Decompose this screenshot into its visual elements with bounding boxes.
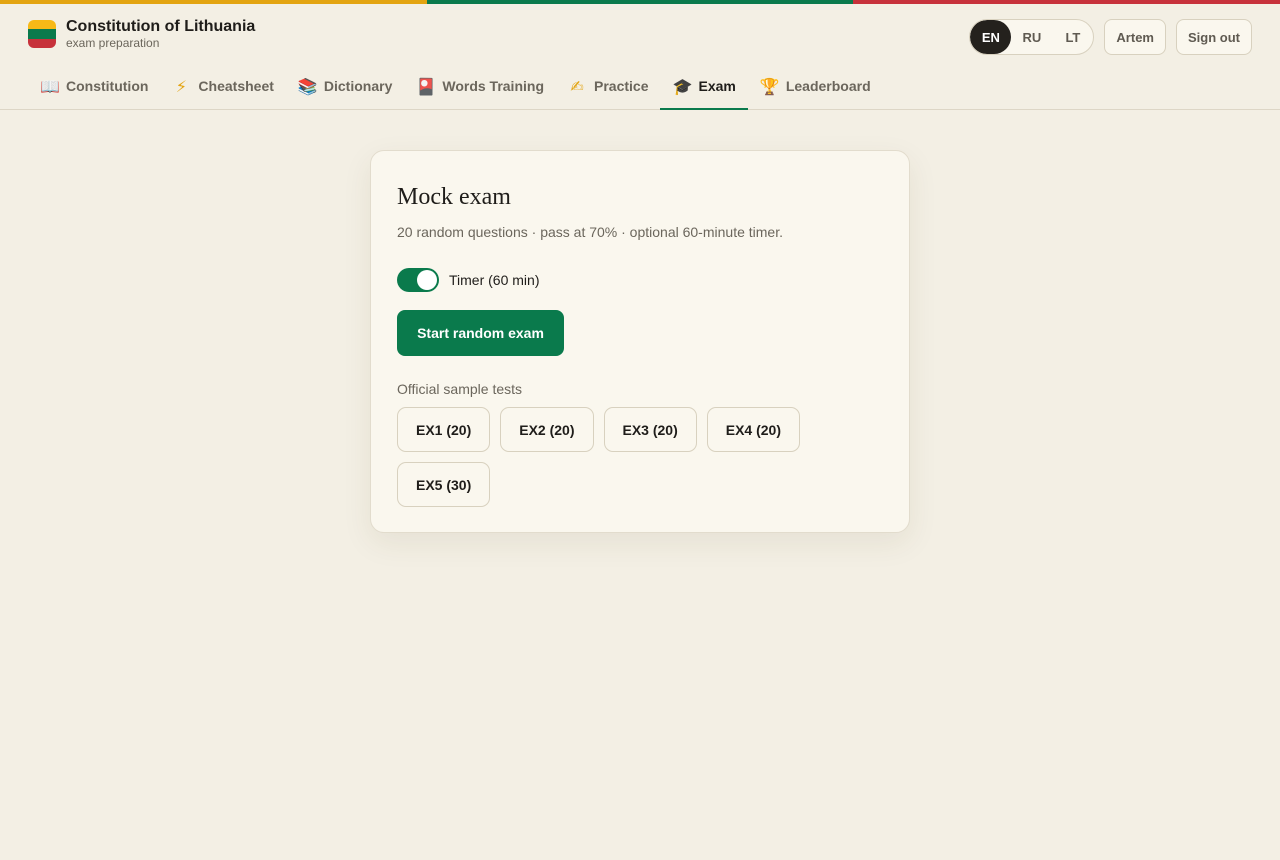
brand-text: Constitution of Lithuania exam preparati… bbox=[66, 18, 255, 50]
toggle-knob bbox=[417, 270, 437, 290]
sample-test-ex3-button[interactable]: EX3 (20) bbox=[603, 407, 697, 452]
tab-label: Leaderboard bbox=[785, 78, 871, 94]
tab-exam[interactable]: 🎓 Exam bbox=[660, 64, 748, 110]
sign-out-button[interactable]: Sign out bbox=[1176, 19, 1252, 55]
sample-test-ex4-button[interactable]: EX4 (20) bbox=[706, 407, 800, 452]
top-bar: Constitution of Lithuania exam preparati… bbox=[0, 4, 1280, 110]
card-title: Mock exam bbox=[397, 184, 511, 210]
sample-tests-label: Official sample tests bbox=[397, 381, 523, 397]
sample-test-ex2-button[interactable]: EX2 (20) bbox=[500, 407, 594, 452]
tab-cheatsheet[interactable]: ⚡ Cheatsheet bbox=[160, 64, 285, 110]
graduation-cap-icon: 🎓 bbox=[672, 76, 693, 96]
tab-words-training[interactable]: 🎴 Words Training bbox=[404, 64, 556, 110]
cards-icon: 🎴 bbox=[416, 76, 437, 96]
timer-toggle-label[interactable]: Timer (60 min) bbox=[449, 272, 540, 288]
tab-constitution[interactable]: 📖 Constitution bbox=[28, 64, 160, 110]
books-icon: 📚 bbox=[297, 76, 318, 96]
tab-label: Cheatsheet bbox=[198, 78, 274, 94]
language-switcher: EN RU LT bbox=[969, 19, 1095, 55]
mock-exam-card: Mock exam 20 random questions · pass at … bbox=[370, 150, 910, 533]
brand-title: Constitution of Lithuania bbox=[66, 18, 256, 35]
lithuania-flag-icon bbox=[28, 20, 56, 48]
writing-hand-icon: ✍ bbox=[570, 76, 584, 96]
brand[interactable]: Constitution of Lithuania exam preparati… bbox=[28, 18, 255, 50]
tab-leaderboard[interactable]: 🏆 Leaderboard bbox=[748, 64, 883, 110]
main-tabs: 📖 Constitution ⚡ Cheatsheet 📚 Dictionary… bbox=[28, 64, 883, 110]
tab-label: Words Training bbox=[442, 78, 544, 94]
tab-label: Dictionary bbox=[323, 78, 393, 94]
timer-toggle-row: Timer (60 min) bbox=[397, 268, 883, 292]
sample-tests-list: EX1 (20) EX2 (20) EX3 (20) EX4 (20) EX5 … bbox=[397, 407, 827, 507]
user-profile-button[interactable]: Artem bbox=[1104, 19, 1166, 55]
open-book-icon: 📖 bbox=[40, 76, 60, 96]
start-random-exam-button[interactable]: Start random exam bbox=[397, 310, 564, 356]
language-ru-button[interactable]: RU bbox=[1011, 20, 1052, 54]
lightning-icon: ⚡ bbox=[175, 76, 188, 96]
tab-label: Practice bbox=[594, 78, 649, 94]
tab-label: Constitution bbox=[66, 78, 149, 94]
sample-test-ex1-button[interactable]: EX1 (20) bbox=[397, 407, 491, 452]
tab-practice[interactable]: ✍ Practice bbox=[556, 64, 660, 110]
language-en-button[interactable]: EN bbox=[970, 20, 1012, 54]
card-subtitle: 20 random questions · pass at 70% · opti… bbox=[397, 224, 783, 240]
tab-dictionary[interactable]: 📚 Dictionary bbox=[286, 64, 404, 110]
language-lt-button[interactable]: LT bbox=[1052, 20, 1093, 54]
trophy-icon: 🏆 bbox=[759, 76, 780, 96]
header-actions: EN RU LT Artem Sign out bbox=[969, 19, 1252, 55]
timer-toggle[interactable] bbox=[397, 268, 439, 292]
sample-test-ex5-button[interactable]: EX5 (30) bbox=[397, 462, 491, 507]
tab-label: Exam bbox=[698, 78, 736, 94]
brand-subtitle: exam preparation bbox=[66, 36, 160, 50]
